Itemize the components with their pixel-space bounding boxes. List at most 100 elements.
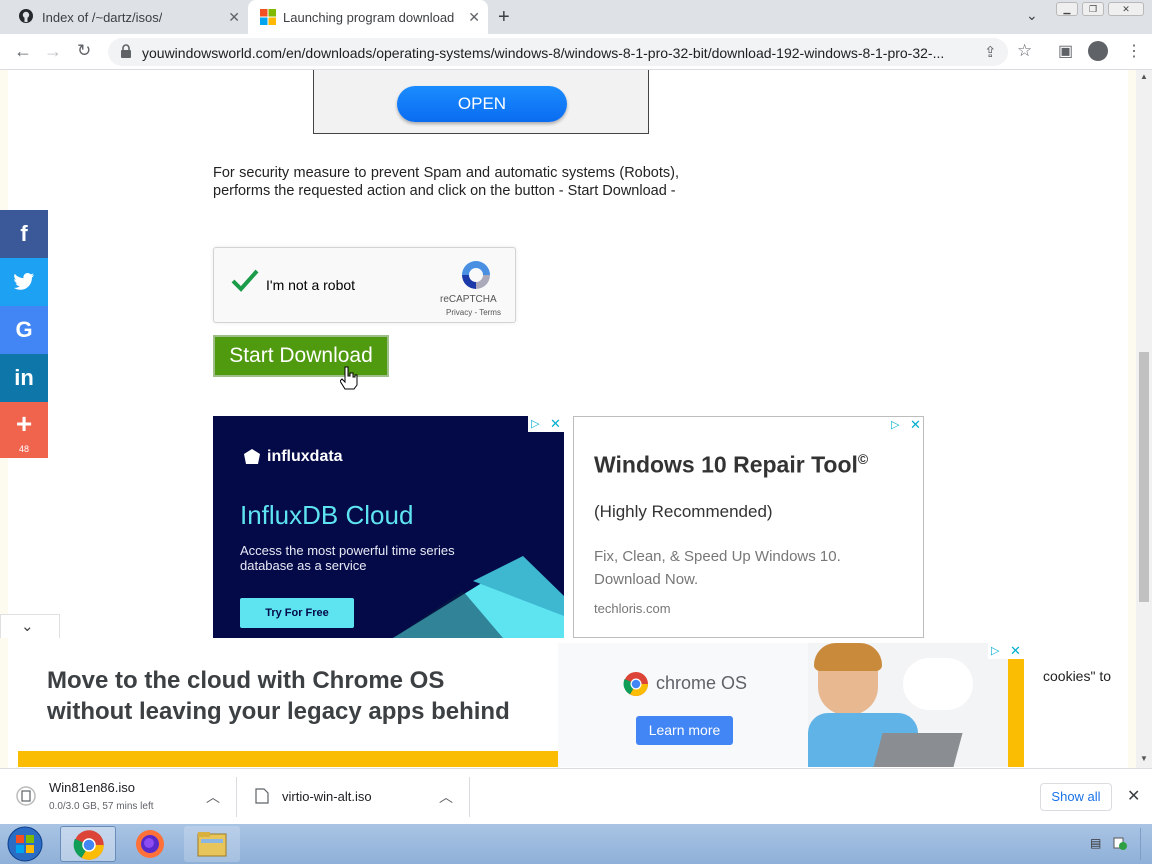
ad-body: Fix, Clean, & Speed Up Windows 10. Downl… <box>594 548 841 588</box>
close-tab-icon[interactable]: ✕ <box>228 9 240 26</box>
ad-title: Windows 10 Repair Tool <box>594 451 858 478</box>
cookie-notice-text: cookies" to <box>1043 668 1112 684</box>
share-google-button[interactable]: G <box>0 306 48 354</box>
taskbar-explorer[interactable] <box>184 826 240 862</box>
minimize-icon[interactable]: ▁ <box>1056 2 1078 16</box>
checkmark-icon[interactable] <box>230 268 260 299</box>
download-filename: virtio-win-alt.iso <box>282 789 372 804</box>
file-icon <box>255 788 269 809</box>
scroll-up-icon[interactable]: ▲ <box>1140 72 1148 81</box>
adchoices-icon[interactable]: ▷ <box>531 417 539 430</box>
open-button[interactable]: OPEN <box>397 86 567 122</box>
chrome-logo-icon <box>623 671 649 702</box>
adchoices-icon[interactable]: ▷ <box>991 644 999 657</box>
share-icon[interactable]: ⇪ <box>984 43 997 61</box>
ad-person-image <box>808 643 1008 767</box>
security-instructions: For security measure to prevent Spam and… <box>213 165 679 199</box>
facebook-icon: f <box>20 221 28 246</box>
back-arrow-icon[interactable]: ← <box>14 41 32 62</box>
recaptcha-widget: I'm not a robot reCAPTCHA Privacy - Term… <box>213 247 516 323</box>
twitter-icon <box>0 258 48 308</box>
tray-document-icon[interactable]: ▤ <box>1090 836 1101 850</box>
ad-brand: influxdata <box>267 448 343 465</box>
tab-launching-program-download[interactable]: Launching program download W ✕ <box>248 0 488 34</box>
close-window-icon[interactable]: ✕ <box>1108 2 1144 16</box>
download-shelf: Win81en86.iso 0.0/3.0 GB, 57 mins left ︿… <box>0 768 1152 824</box>
windows-logo-icon <box>260 9 276 28</box>
bookmark-star-icon[interactable]: ☆ <box>1017 41 1032 61</box>
recaptcha-brand: reCAPTCHA <box>440 294 497 305</box>
taskbar-chrome[interactable] <box>60 826 116 862</box>
tab-title: Launching program download W <box>283 9 458 25</box>
close-ad-icon[interactable]: ✕ <box>1010 643 1021 659</box>
close-ad-icon[interactable]: ✕ <box>910 417 921 433</box>
windows-repair-tool-ad[interactable]: Windows 10 Repair Tool© (Highly Recommen… <box>573 416 924 638</box>
url-text: youwindowsworld.com/en/downloads/operati… <box>142 45 945 61</box>
collapse-ad-tab[interactable]: ⌄ <box>0 614 60 638</box>
github-icon <box>18 8 34 27</box>
ad-headline-line-1: Move to the cloud with Chrome OS <box>47 667 445 694</box>
scroll-down-icon[interactable]: ▼ <box>1140 754 1148 763</box>
share-plus-icon: + <box>15 408 33 439</box>
linkedin-icon: in <box>14 365 34 390</box>
download-filename: Win81en86.iso <box>49 780 135 795</box>
profile-avatar-icon[interactable] <box>1088 41 1108 61</box>
share-more-button[interactable]: + 48 <box>0 402 48 458</box>
ad-headline-line-2: without leaving your legacy apps behind <box>47 698 510 725</box>
new-tab-icon[interactable]: + <box>498 6 510 29</box>
tab-index-of-isos[interactable]: Index of /~dartz/isos/ ✕ <box>0 0 248 34</box>
chevron-up-icon[interactable]: ︿ <box>206 787 220 807</box>
browser-toolbar: ← → ↻ youwindowsworld.com/en/downloads/o… <box>0 34 1152 70</box>
firefox-icon <box>134 828 166 865</box>
ad-headline: Windows 10 Repair Tool© <box>594 451 868 479</box>
reload-icon[interactable]: ↻ <box>77 41 91 61</box>
influxdata-logo-icon <box>243 448 261 471</box>
download-status: 0.0/3.0 GB, 57 mins left <box>49 801 154 812</box>
chrome-icon <box>73 829 105 866</box>
google-icon: G <box>15 317 33 342</box>
share-count: 48 <box>18 444 29 454</box>
share-linkedin-button[interactable]: in <box>0 354 48 402</box>
chrome-os-brand: chrome OS <box>656 673 748 693</box>
menu-kebab-icon[interactable]: ⋮ <box>1126 41 1142 61</box>
side-panel-icon[interactable]: ▣ <box>1058 41 1073 61</box>
windows-start-icon[interactable] <box>6 826 44 867</box>
show-desktop-icon[interactable] <box>1140 828 1150 860</box>
ad-trademark: © <box>857 451 869 467</box>
address-bar[interactable]: youwindowsworld.com/en/downloads/operati… <box>108 38 1008 66</box>
chevron-up-icon[interactable]: ︿ <box>439 787 453 807</box>
start-download-button[interactable]: Start Download <box>213 335 389 377</box>
download-item[interactable]: virtio-win-alt.iso ︿ <box>237 769 470 825</box>
lock-icon <box>120 44 132 63</box>
learn-more-button[interactable]: Learn more <box>636 716 733 745</box>
close-ad-icon[interactable]: ✕ <box>550 416 561 432</box>
scrollbar-thumb[interactable] <box>1139 352 1149 602</box>
chevron-down-icon[interactable]: ⌄ <box>21 617 34 635</box>
tray-network-icon[interactable] <box>1112 835 1128 856</box>
ad-subtitle: (Highly Recommended) <box>594 502 773 521</box>
forward-arrow-icon[interactable]: → <box>44 41 62 62</box>
close-tab-icon[interactable]: ✕ <box>468 9 480 26</box>
taskbar-firefox[interactable] <box>122 826 178 862</box>
try-for-free-button[interactable]: Try For Free <box>240 598 354 628</box>
show-all-downloads-button[interactable]: Show all <box>1040 783 1112 811</box>
windows-taskbar: ▤ <box>0 824 1152 864</box>
ad-domain: techloris.com <box>594 601 671 616</box>
download-item[interactable]: Win81en86.iso 0.0/3.0 GB, 57 mins left ︿ <box>0 769 237 825</box>
close-download-shelf-icon[interactable]: ✕ <box>1127 786 1140 806</box>
adchoices-icon[interactable]: ▷ <box>891 418 899 431</box>
ad-choices[interactable]: ▷ ✕ <box>528 416 564 432</box>
open-ad-box: OPEN <box>313 70 649 134</box>
tab-strip: Index of /~dartz/isos/ ✕ Launching progr… <box>0 0 1152 34</box>
share-facebook-button[interactable]: f <box>0 210 48 258</box>
influxdb-ad[interactable]: influxdata InfluxDB Cloud Access the mos… <box>213 416 564 638</box>
restore-icon[interactable]: ❐ <box>1082 2 1104 16</box>
hand-cursor-icon <box>339 366 358 395</box>
ad-choices[interactable]: ▷ ✕ <box>888 417 923 433</box>
share-twitter-button[interactable] <box>0 258 48 306</box>
recaptcha-label: I'm not a robot <box>266 277 356 293</box>
ad-choices[interactable]: ▷ ✕ <box>988 643 1024 659</box>
chevron-down-icon[interactable]: ⌄ <box>1026 7 1038 24</box>
recaptcha-privacy-terms[interactable]: Privacy - Terms <box>446 308 501 317</box>
chrome-os-banner-ad[interactable]: Move to the cloud with Chrome OS without… <box>18 643 1024 767</box>
